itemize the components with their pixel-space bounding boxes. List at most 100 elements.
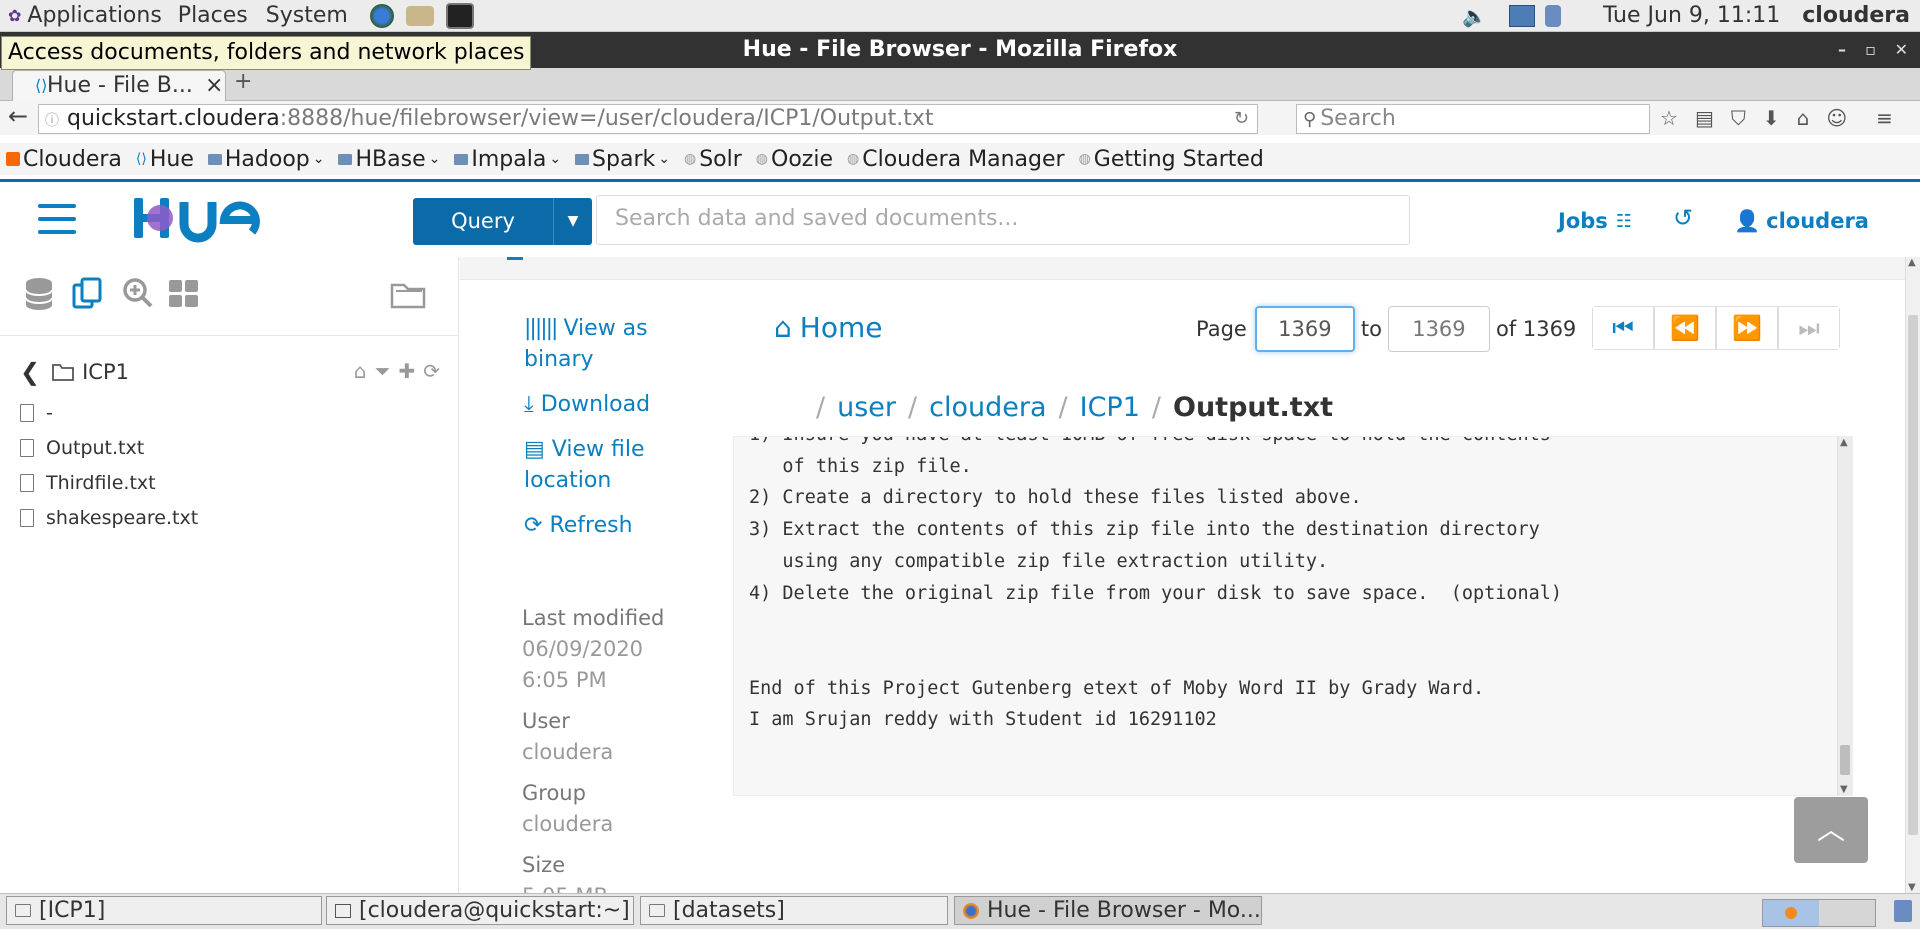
maximize-icon[interactable]: ▫	[1865, 32, 1876, 68]
terminal-launcher-icon[interactable]	[445, 2, 474, 29]
tab-hue-file-browser[interactable]: ⟨⟩ Hue - File B... ×	[12, 70, 226, 101]
list-item[interactable]: -	[20, 395, 440, 430]
pocket-icon[interactable]: ⛉	[1731, 106, 1746, 130]
breadcrumb-icp1[interactable]: ICP1	[1080, 392, 1140, 423]
home-link[interactable]: ⌂ Home	[774, 311, 882, 344]
bookmark-hadoop[interactable]: Hadoop ⌄	[207, 147, 324, 172]
trash-icon[interactable]	[1894, 900, 1912, 922]
folder-open-icon[interactable]	[390, 277, 428, 311]
query-button[interactable]: Query	[413, 198, 553, 245]
browser-search-input[interactable]: ⚲ Search	[1296, 104, 1650, 134]
bookmark-impala[interactable]: Impala ⌄	[454, 147, 561, 172]
viewer-scrollbar[interactable]: ▲ ▼	[1837, 437, 1852, 795]
task-terminal[interactable]: [cloudera@quickstart:~]	[326, 896, 634, 925]
bookmark-hbase[interactable]: HBase ⌄	[338, 147, 440, 172]
view-as-binary-link[interactable]: |||||| View as binary	[524, 313, 684, 375]
page-to-input[interactable]: 1369	[1387, 306, 1490, 352]
task-label: [datasets]	[673, 898, 785, 923]
refresh-icon: ⟳	[524, 513, 543, 538]
bookmark-cloudera-manager[interactable]: ◍ Cloudera Manager	[847, 147, 1065, 172]
page-scrollbar[interactable]: ▲ ▼	[1905, 257, 1920, 893]
page-scroll-up-icon[interactable]: ▲	[1908, 257, 1916, 268]
first-page-button[interactable]: ⏮	[1592, 306, 1654, 350]
breadcrumb-cloudera[interactable]: cloudera	[929, 392, 1046, 423]
query-dropdown-toggle[interactable]: ▼	[553, 198, 592, 245]
task-icp1[interactable]: [ICP1]	[6, 896, 322, 925]
applications-menu[interactable]: Applications	[27, 3, 161, 28]
file-content-viewer[interactable]: 1) Insure you have at least 10MB of free…	[733, 436, 1853, 796]
previous-page-button[interactable]: ⏪	[1654, 306, 1716, 350]
clock[interactable]: Tue Jun 9, 11:11	[1603, 3, 1780, 28]
storage-icon[interactable]	[1544, 4, 1561, 27]
reload-icon[interactable]: ↻	[1234, 105, 1249, 133]
bookmark-getting-started[interactable]: ◍ Getting Started	[1079, 147, 1264, 172]
page-scroll-thumb[interactable]	[1908, 315, 1918, 835]
close-window-icon[interactable]: ✕	[1895, 32, 1908, 68]
list-item[interactable]: Output.txt	[20, 430, 440, 465]
workspace-switcher[interactable]	[1762, 899, 1876, 927]
workspace-2[interactable]	[1819, 900, 1875, 926]
chat-icon[interactable]: ☺	[1826, 106, 1847, 130]
viewer-scroll-down-icon[interactable]: ▼	[1840, 784, 1848, 795]
bookmark-star-icon[interactable]: ☆	[1660, 106, 1678, 130]
task-datasets[interactable]: [datasets]	[640, 896, 948, 925]
menu-icon[interactable]: ≡	[1876, 106, 1893, 130]
database-icon[interactable]	[24, 277, 54, 311]
downloads-icon[interactable]: ⬇	[1763, 106, 1780, 130]
hamburger-menu-icon[interactable]	[38, 204, 76, 236]
bookmark-oozie[interactable]: ◍ Oozie	[756, 147, 833, 172]
view-file-location-link[interactable]: ▤ View file location	[524, 434, 684, 496]
back-icon[interactable]: ←	[8, 102, 28, 130]
reading-list-icon[interactable]: ▤	[1695, 106, 1714, 130]
volume-icon[interactable]: 🔈	[1462, 4, 1487, 28]
back-to-top-button[interactable]: ︿	[1794, 797, 1868, 863]
url-info-icon[interactable]: ⓘ	[45, 113, 59, 129]
refresh-link[interactable]: ⟳ Refresh	[524, 510, 684, 541]
mail-launcher-icon[interactable]	[405, 5, 434, 26]
task-firefox[interactable]: Hue - File Browser - Mo...	[954, 896, 1262, 925]
file-icon	[20, 508, 34, 527]
system-menu[interactable]: System	[266, 3, 348, 28]
files-icon[interactable]	[72, 277, 104, 311]
places-menu[interactable]: Places	[178, 3, 248, 28]
user-menu[interactable]: 👤 cloudera	[1734, 206, 1869, 236]
list-item[interactable]: shakespeare.txt	[20, 500, 440, 535]
jobs-label: Jobs	[1558, 209, 1608, 233]
next-page-button[interactable]: ⏩	[1716, 306, 1778, 350]
jobs-button[interactable]: Jobs ☷	[1558, 206, 1632, 236]
url-bar[interactable]: ⓘ quickstart.cloudera:8888/hue/filebrowse…	[38, 104, 1258, 134]
hue-search-input[interactable]: Search data and saved documents...	[596, 195, 1410, 245]
globe-icon: ◍	[1078, 151, 1091, 167]
minimize-icon[interactable]: –	[1838, 32, 1846, 68]
hue-logo[interactable]	[130, 192, 290, 244]
apps-grid-icon[interactable]	[168, 279, 200, 309]
browser-launcher-icon[interactable]	[369, 3, 394, 28]
bookmark-cloudera[interactable]: Cloudera	[6, 147, 122, 172]
back-chevron-icon[interactable]: ❮	[20, 358, 40, 386]
home-icon[interactable]: ⌂	[1797, 106, 1810, 130]
taskbar: [ICP1] [cloudera@quickstart:~] [datasets…	[0, 893, 1920, 929]
last-page-button[interactable]: ⏭	[1778, 306, 1840, 350]
history-icon[interactable]: ↺	[1673, 204, 1693, 232]
page-scroll-down-icon[interactable]: ▼	[1908, 882, 1916, 893]
zoom-in-icon[interactable]	[122, 277, 154, 311]
tab-close-icon[interactable]: ×	[205, 71, 223, 101]
new-tab-icon[interactable]: +	[234, 69, 252, 94]
viewer-scroll-thumb[interactable]	[1840, 745, 1850, 775]
page-from-input[interactable]: 1369	[1254, 306, 1355, 352]
workspace-1[interactable]	[1763, 900, 1819, 926]
network-icon[interactable]	[1508, 4, 1535, 27]
bookmark-spark[interactable]: Spark ⌄	[575, 147, 670, 172]
viewer-scroll-up-icon[interactable]: ▲	[1840, 437, 1848, 448]
panel-user[interactable]: cloudera	[1802, 3, 1910, 28]
download-link[interactable]: ⤓ Download	[524, 389, 684, 420]
bookmark-label: Oozie	[771, 146, 833, 172]
home-folder-icon[interactable]: ⌂	[354, 359, 367, 383]
bookmark-solr[interactable]: ◍ Solr	[684, 147, 742, 172]
refresh-folder-icon[interactable]: ⟳	[423, 359, 440, 383]
list-item[interactable]: Thirdfile.txt	[20, 465, 440, 500]
breadcrumb-user[interactable]: user	[837, 392, 896, 423]
add-icon[interactable]: ✚	[398, 359, 415, 383]
bookmark-hue[interactable]: ⟨⟩ Hue	[136, 147, 194, 172]
filter-icon[interactable]: ⏷	[374, 359, 390, 383]
